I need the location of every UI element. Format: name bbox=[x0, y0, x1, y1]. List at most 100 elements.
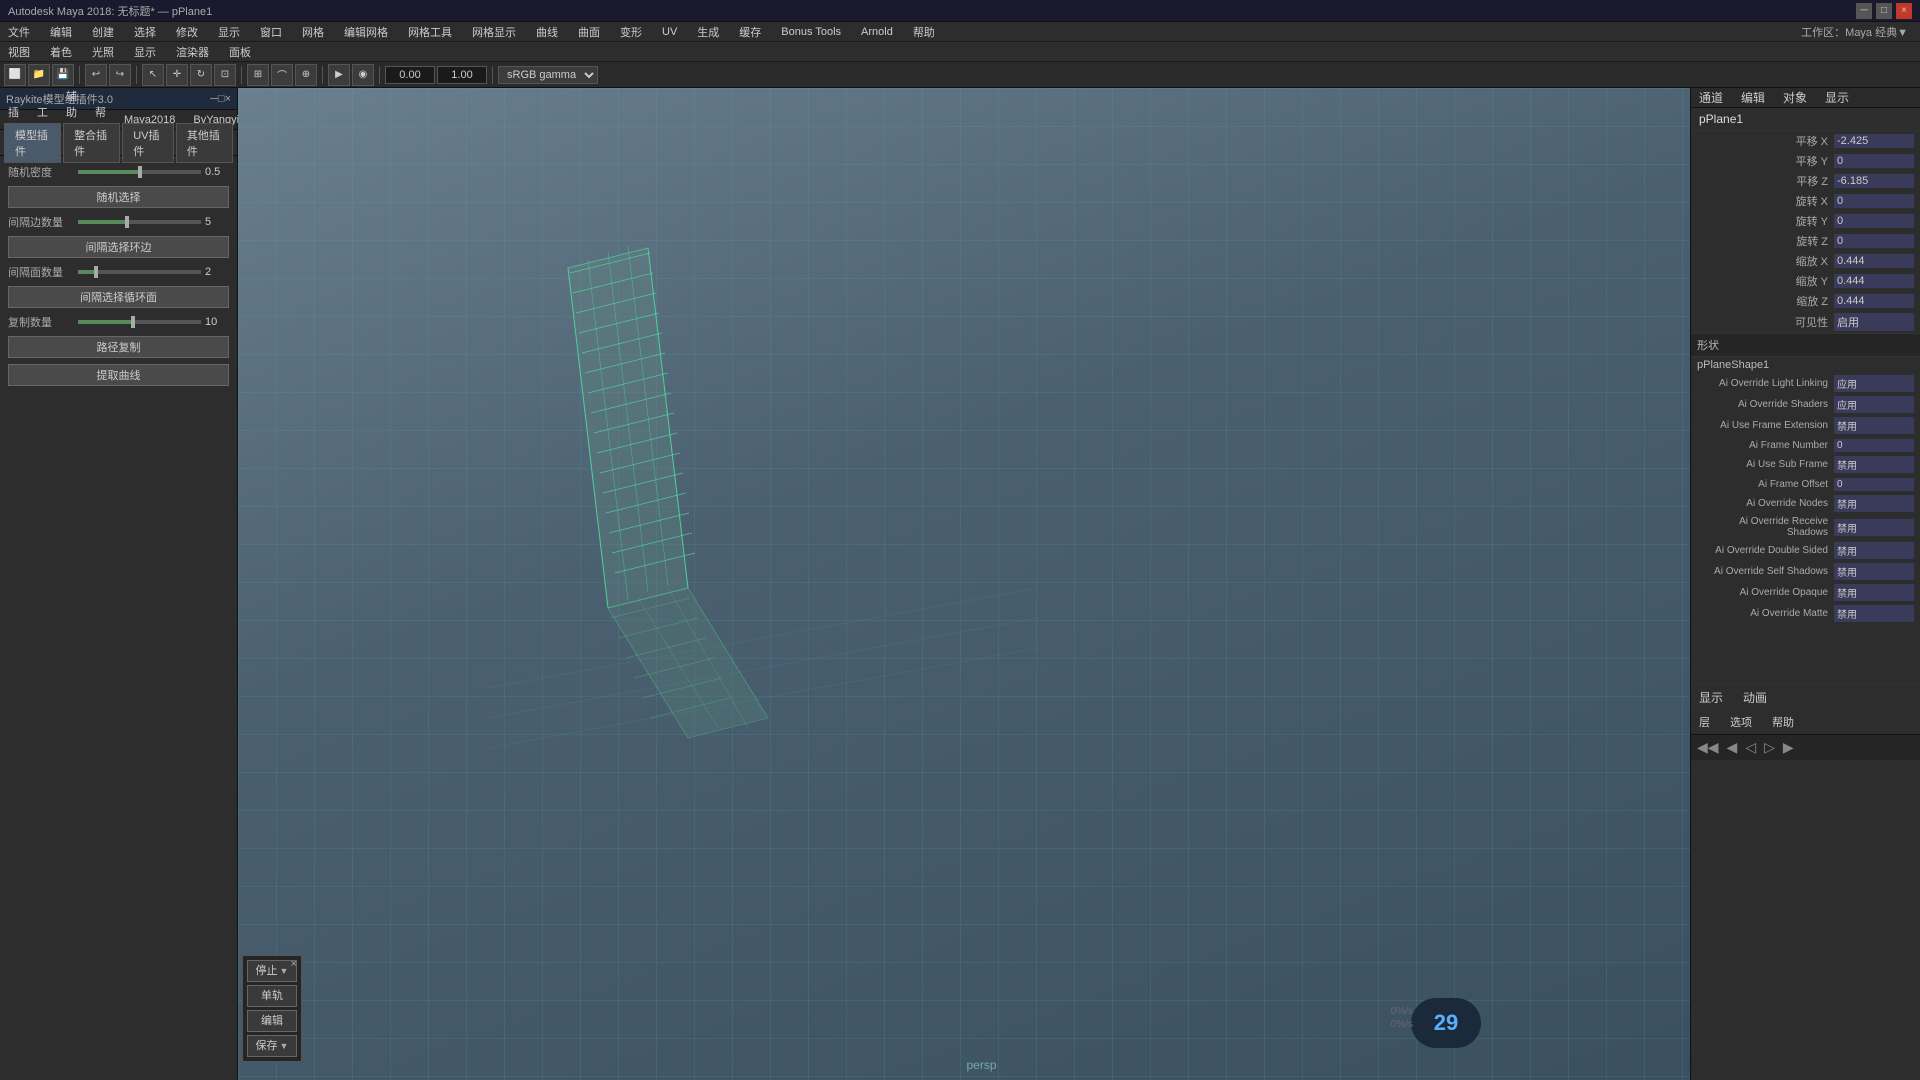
props-value-ai-shaders[interactable]: 应用 bbox=[1834, 396, 1914, 413]
random-density-slider[interactable] bbox=[78, 170, 201, 174]
props-value-ai-override-nodes[interactable]: 禁用 bbox=[1834, 495, 1914, 512]
random-select-button[interactable]: 随机选择 bbox=[8, 186, 229, 208]
props-value-ry[interactable]: 0 bbox=[1834, 214, 1914, 228]
toolbar-select[interactable]: ↖ bbox=[142, 64, 164, 86]
props-value-rx[interactable]: 0 bbox=[1834, 194, 1914, 208]
toolbar-value1[interactable]: 0.00 bbox=[385, 66, 435, 84]
menu-uv[interactable]: UV bbox=[658, 24, 681, 40]
copy-count-slider[interactable] bbox=[78, 320, 201, 324]
props-value-vis[interactable]: 启用 bbox=[1834, 313, 1914, 331]
viewport[interactable]: persp × 停止 ▼ 单轨 编辑 保存 ▼ 29 0%/s bbox=[238, 88, 1725, 1080]
props-value-ai-frame-num[interactable]: 0 bbox=[1834, 439, 1914, 452]
interval-edge-slider[interactable] bbox=[78, 220, 201, 224]
menu-select[interactable]: 选择 bbox=[130, 22, 160, 42]
gamma-selector[interactable]: sRGB gamma bbox=[498, 66, 598, 84]
props-value-ai-matte[interactable]: 禁用 bbox=[1834, 605, 1914, 622]
transport-prev2[interactable]: ◁ bbox=[1743, 737, 1758, 758]
anim-tab-anim[interactable]: 动画 bbox=[1739, 687, 1771, 708]
transport-prev[interactable]: ◀ bbox=[1725, 737, 1740, 758]
toolbar-render[interactable]: ▶ bbox=[328, 64, 350, 86]
menu-help[interactable]: 帮助 bbox=[909, 22, 939, 42]
stop-button[interactable]: 停止 ▼ bbox=[247, 960, 297, 982]
bottom-panel-close[interactable]: × bbox=[291, 958, 297, 970]
menu-renderer[interactable]: 渲染器 bbox=[172, 42, 213, 62]
path-copy-button[interactable]: 路径复制 bbox=[8, 336, 229, 358]
single-track-button[interactable]: 单轨 bbox=[247, 985, 297, 1007]
menu-file[interactable]: 文件 bbox=[4, 22, 34, 42]
minimize-button[interactable]: ─ bbox=[1856, 3, 1872, 19]
props-value-ai-opaque[interactable]: 禁用 bbox=[1834, 584, 1914, 601]
anim-tab-display[interactable]: 显示 bbox=[1695, 687, 1727, 708]
workspace-selector[interactable]: 工作区：Maya 经典▼ bbox=[1793, 24, 1916, 40]
anim-menu-help[interactable]: 帮助 bbox=[1768, 712, 1798, 732]
props-tab-display[interactable]: 显示 bbox=[1821, 87, 1853, 108]
props-value-ai-receive-shadows[interactable]: 禁用 bbox=[1834, 519, 1914, 536]
menu-cache[interactable]: 缓存 bbox=[735, 22, 765, 42]
interval-face-slider[interactable] bbox=[78, 270, 201, 274]
menu-modify[interactable]: 修改 bbox=[172, 22, 202, 42]
menu-bonus[interactable]: Bonus Tools bbox=[777, 24, 845, 40]
props-value-ty[interactable]: 0 bbox=[1834, 154, 1914, 168]
interval-face-button[interactable]: 间隔选择循环面 bbox=[8, 286, 229, 308]
menu-generate[interactable]: 生成 bbox=[693, 22, 723, 42]
props-tab-object[interactable]: 对象 bbox=[1779, 87, 1811, 108]
menu-mesh-tools[interactable]: 网格工具 bbox=[404, 22, 456, 42]
anim-menu-options[interactable]: 选项 bbox=[1726, 712, 1756, 732]
edit-button[interactable]: 编辑 bbox=[247, 1010, 297, 1032]
toolbar-ipr[interactable]: ◉ bbox=[352, 64, 374, 86]
toolbar-snap-grid[interactable]: ⊞ bbox=[247, 64, 269, 86]
toolbar-move[interactable]: ✛ bbox=[166, 64, 188, 86]
menu-curves[interactable]: 曲线 bbox=[532, 22, 562, 42]
props-value-ai-frame-offset[interactable]: 0 bbox=[1834, 478, 1914, 491]
props-value-rz[interactable]: 0 bbox=[1834, 234, 1914, 248]
plugin-minimize[interactable]: ─ bbox=[210, 93, 218, 105]
props-value-sz[interactable]: 0.444 bbox=[1834, 294, 1914, 308]
menu-edit[interactable]: 编辑 bbox=[46, 22, 76, 42]
toolbar-btn-1[interactable]: ⬜ bbox=[4, 64, 26, 86]
toolbar-btn-3[interactable]: 💾 bbox=[52, 64, 74, 86]
plugin-maximize[interactable]: □ bbox=[218, 93, 225, 105]
props-value-ai-light[interactable]: 应用 bbox=[1834, 375, 1914, 392]
props-value-sx[interactable]: 0.444 bbox=[1834, 254, 1914, 268]
toolbar-btn-undo[interactable]: ↩ bbox=[85, 64, 107, 86]
transport-next2[interactable]: ▷ bbox=[1762, 737, 1777, 758]
props-value-sy[interactable]: 0.444 bbox=[1834, 274, 1914, 288]
anim-menu-layer[interactable]: 层 bbox=[1695, 712, 1714, 732]
menu-mesh-display[interactable]: 网格显示 bbox=[468, 22, 520, 42]
menu-lighting[interactable]: 光照 bbox=[88, 42, 118, 62]
menu-create[interactable]: 创建 bbox=[88, 22, 118, 42]
props-value-tz[interactable]: -6.185 bbox=[1834, 174, 1914, 188]
toolbar-snap-point[interactable]: ⊕ bbox=[295, 64, 317, 86]
menu-show[interactable]: 显示 bbox=[130, 42, 160, 62]
menu-surfaces[interactable]: 曲面 bbox=[574, 22, 604, 42]
menu-display[interactable]: 显示 bbox=[214, 22, 244, 42]
menu-deform[interactable]: 变形 bbox=[616, 22, 646, 42]
props-value-ai-frame-ext[interactable]: 禁用 bbox=[1834, 417, 1914, 434]
menu-view[interactable]: 视图 bbox=[4, 42, 34, 62]
menu-shading[interactable]: 着色 bbox=[46, 42, 76, 62]
menu-edit-mesh[interactable]: 编辑网格 bbox=[340, 22, 392, 42]
maximize-button[interactable]: □ bbox=[1876, 3, 1892, 19]
toolbar-btn-redo[interactable]: ↪ bbox=[109, 64, 131, 86]
props-tab-edit[interactable]: 编辑 bbox=[1737, 87, 1769, 108]
toolbar-snap-curve[interactable]: ⌒ bbox=[271, 64, 293, 86]
menu-panels[interactable]: 面板 bbox=[225, 42, 255, 62]
toolbar-value2[interactable]: 1.00 bbox=[437, 66, 487, 84]
props-value-ai-self-shadows[interactable]: 禁用 bbox=[1834, 563, 1914, 580]
menu-window[interactable]: 窗口 bbox=[256, 22, 286, 42]
menu-arnold[interactable]: Arnold bbox=[857, 24, 897, 40]
props-tab-channel[interactable]: 通道 bbox=[1695, 87, 1727, 108]
extract-curve-button[interactable]: 提取曲线 bbox=[8, 364, 229, 386]
toolbar-btn-2[interactable]: 📁 bbox=[28, 64, 50, 86]
save-button[interactable]: 保存 ▼ bbox=[247, 1035, 297, 1057]
toolbar-scale[interactable]: ⊡ bbox=[214, 64, 236, 86]
toolbar-rotate[interactable]: ↻ bbox=[190, 64, 212, 86]
plugin-close[interactable]: × bbox=[225, 93, 231, 105]
props-value-ai-double-sided[interactable]: 禁用 bbox=[1834, 542, 1914, 559]
props-value-ai-sub-frame[interactable]: 禁用 bbox=[1834, 456, 1914, 473]
props-value-tx[interactable]: -2.425 bbox=[1834, 134, 1914, 148]
menu-mesh[interactable]: 网格 bbox=[298, 22, 328, 42]
interval-edge-button[interactable]: 间隔选择环边 bbox=[8, 236, 229, 258]
transport-prev-key[interactable]: ◀◀ bbox=[1695, 737, 1721, 758]
close-button[interactable]: × bbox=[1896, 3, 1912, 19]
